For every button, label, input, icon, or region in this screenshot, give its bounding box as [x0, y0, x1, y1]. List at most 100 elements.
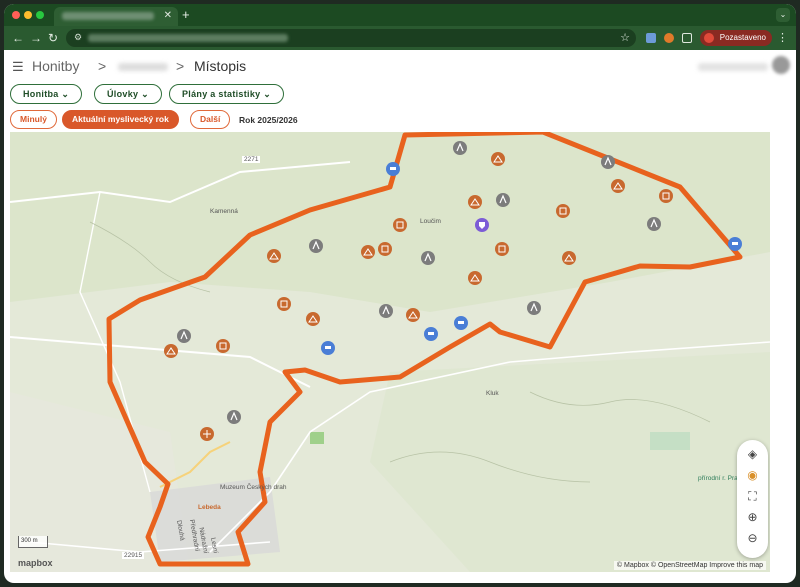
tab-search-icon[interactable]: ⌄ — [776, 8, 790, 22]
map-controls: ◈ ◉ ⛶ ⊕ ⊖ — [737, 440, 768, 558]
tower-marker[interactable] — [496, 193, 510, 207]
blue-station-marker[interactable] — [386, 162, 400, 176]
feeder-marker[interactable] — [611, 179, 625, 193]
site-settings-icon[interactable]: ⚙ — [74, 32, 82, 43]
place-label: Loučim — [420, 218, 441, 225]
tower-marker[interactable] — [527, 301, 541, 315]
close-window-button[interactable] — [12, 11, 20, 19]
shield-marker[interactable] — [475, 218, 489, 232]
extensions-puzzle-icon[interactable] — [682, 33, 692, 43]
place-label: Kamenná — [210, 208, 238, 215]
feeder-marker[interactable] — [267, 249, 281, 263]
feeder-marker[interactable] — [562, 251, 576, 265]
place-label: Kluk — [486, 390, 499, 397]
extension-icon[interactable] — [664, 33, 674, 43]
extension-icon[interactable] — [646, 33, 656, 43]
feeder-marker[interactable] — [406, 308, 420, 322]
tower-marker[interactable] — [177, 329, 191, 343]
crosshair-marker[interactable] — [200, 427, 214, 441]
dropdown-label: Úlovky — [107, 89, 139, 99]
year-navigation: Minulý Aktuální myslivecký rok Další Rok… — [4, 108, 796, 132]
shelter-marker[interactable] — [495, 242, 509, 256]
tab-bar: ✕ + ⌄ — [4, 4, 796, 26]
feeder-marker[interactable] — [491, 152, 505, 166]
tower-marker[interactable] — [601, 155, 615, 169]
feeder-marker[interactable] — [468, 271, 482, 285]
tower-marker[interactable] — [647, 217, 661, 231]
road-number-label: 2271 — [242, 156, 261, 163]
shelter-marker[interactable] — [556, 204, 570, 218]
zoom-in-icon[interactable]: ⊕ — [744, 509, 761, 526]
profile-avatar — [703, 33, 714, 43]
profile-label: Pozastaveno — [719, 33, 766, 42]
map-scale: 300 m — [18, 536, 48, 548]
right-margin — [770, 132, 796, 572]
shelter-marker[interactable] — [378, 242, 392, 256]
url-field[interactable]: ⚙ ☆ — [66, 29, 636, 47]
address-bar: ← → ↻ ⚙ ☆ Pozastaveno ⋮ — [4, 26, 796, 50]
page-title: Místopis — [194, 58, 247, 74]
dropdown-label: Honitba — [23, 89, 59, 99]
previous-year-button[interactable]: Minulý — [10, 110, 57, 129]
feeder-marker[interactable] — [164, 344, 178, 358]
mapbox-logo[interactable]: mapbox — [18, 558, 53, 568]
breadcrumb-honitby[interactable]: Honitby — [32, 58, 79, 74]
feeder-marker[interactable] — [468, 195, 482, 209]
url-blurred — [88, 34, 288, 42]
zoom-out-icon[interactable]: ⊖ — [744, 530, 761, 547]
reload-icon[interactable]: ↻ — [48, 31, 58, 45]
bookmark-star-icon[interactable]: ☆ — [620, 31, 630, 44]
ulovky-dropdown[interactable]: Úlovky ⌄ — [94, 84, 162, 104]
map-canvas[interactable]: Kamenná Loučim Kluk Muzeum Českých drah … — [10, 132, 770, 572]
browser-window: ✕ + ⌄ ← → ↻ ⚙ ☆ Pozastaveno ⋮ ☰ Honitby … — [4, 4, 796, 583]
maximize-window-button[interactable] — [36, 11, 44, 19]
avatar[interactable] — [772, 56, 790, 74]
fullscreen-icon[interactable]: ⛶ — [744, 488, 761, 505]
meadow-patch — [650, 432, 690, 450]
blue-station-marker[interactable] — [424, 327, 438, 341]
breadcrumb-blurred[interactable] — [118, 63, 168, 71]
chevron-down-icon: ⌄ — [141, 89, 149, 99]
feeder-marker[interactable] — [306, 312, 320, 326]
eye-icon[interactable]: ◉ — [744, 467, 761, 484]
plany-dropdown[interactable]: Plány a statistiky ⌄ — [169, 84, 285, 104]
tab-title-blurred — [62, 12, 154, 20]
layers-icon[interactable]: ◈ — [744, 446, 761, 463]
blue-station-marker[interactable] — [728, 237, 742, 251]
blue-station-marker[interactable] — [454, 316, 468, 330]
user-name-blurred[interactable] — [698, 63, 768, 71]
map-svg — [10, 132, 770, 572]
tower-marker[interactable] — [453, 141, 467, 155]
year-label: Rok 2025/2026 — [239, 115, 298, 125]
map-attribution[interactable]: © Mapbox © OpenStreetMap Improve this ma… — [613, 561, 766, 570]
shelter-marker[interactable] — [277, 297, 291, 311]
menu-row: Honitba ⌄ Úlovky ⌄ Plány a statistiky ⌄ — [4, 82, 796, 108]
next-year-button[interactable]: Další — [190, 110, 231, 129]
blue-station-marker[interactable] — [321, 341, 335, 355]
shelter-marker[interactable] — [216, 339, 230, 353]
tower-marker[interactable] — [227, 410, 241, 424]
chevron-down-icon: ⌄ — [61, 89, 70, 99]
chevron-down-icon: ⌄ — [263, 89, 272, 99]
browser-menu-icon[interactable]: ⋮ — [777, 31, 788, 44]
road-number-label: 22915 — [122, 552, 145, 559]
new-tab-icon[interactable]: + — [182, 7, 190, 22]
minimize-window-button[interactable] — [24, 11, 32, 19]
feeder-marker[interactable] — [361, 245, 375, 259]
hamburger-menu-icon[interactable]: ☰ — [12, 59, 24, 75]
current-year-button[interactable]: Aktuální myslivecký rok — [62, 110, 179, 129]
place-label: Muzeum Českých drah — [220, 484, 287, 491]
forward-icon[interactable]: → — [30, 31, 42, 45]
tab-close-icon[interactable]: ✕ — [164, 10, 172, 21]
active-tab[interactable]: ✕ — [54, 7, 178, 26]
profile-button[interactable]: Pozastaveno — [699, 30, 772, 46]
shelter-marker[interactable] — [393, 218, 407, 232]
place-label: Lebeda — [198, 504, 221, 511]
tower-marker[interactable] — [379, 304, 393, 318]
tower-marker[interactable] — [309, 239, 323, 253]
back-icon[interactable]: ← — [12, 31, 24, 45]
shelter-marker[interactable] — [659, 189, 673, 203]
app-header: ☰ Honitby > > Místopis — [4, 50, 796, 82]
honitba-dropdown[interactable]: Honitba ⌄ — [10, 84, 83, 104]
tower-marker[interactable] — [421, 251, 435, 265]
